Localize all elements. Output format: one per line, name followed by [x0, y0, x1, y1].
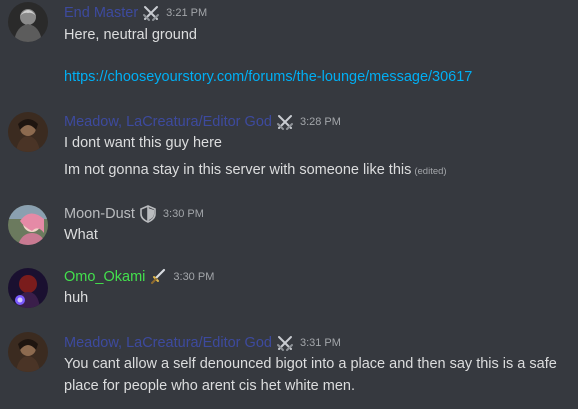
avatar[interactable]: [8, 112, 48, 152]
shield-icon: [139, 205, 157, 223]
crossed-swords-icon: [276, 334, 294, 352]
author-name[interactable]: Meadow, LaCreatura/Editor God: [64, 112, 272, 132]
message-content: Here, neutral ground: [64, 27, 197, 43]
timestamp: 3:21 PM: [166, 7, 208, 19]
crossed-swords-icon: [276, 113, 294, 131]
timestamp: 3:31 PM: [299, 337, 341, 349]
author-name[interactable]: Moon-Dust: [64, 204, 135, 224]
timestamp: 3:30 PM: [162, 208, 204, 220]
message-text: Im not gonna stay in this server with so…: [64, 162, 412, 178]
message-content: You cant allow a self denounced bigot in…: [64, 356, 557, 394]
avatar[interactable]: [8, 2, 48, 42]
chat-message-list: End Master 3:21 PM Here, neutral ground …: [0, 0, 578, 409]
message-content: huh: [64, 290, 89, 306]
message-link-line: https://chooseyourstory.com/forums/the-l…: [64, 66, 564, 88]
edited-label: (edited): [414, 166, 447, 177]
author-name[interactable]: Meadow, LaCreatura/Editor God: [64, 333, 272, 353]
author-name[interactable]: Omo_Okami: [64, 267, 145, 287]
message-link[interactable]: https://chooseyourstory.com/forums/the-l…: [64, 69, 472, 85]
message-content: What: [64, 227, 98, 243]
crossed-swords-icon: [142, 4, 160, 22]
dagger-icon: [149, 268, 167, 286]
avatar[interactable]: [8, 332, 48, 372]
author-name[interactable]: End Master: [64, 3, 138, 23]
avatar[interactable]: [8, 268, 48, 308]
timestamp: 3:28 PM: [299, 116, 341, 128]
message-content: I dont want this guy here: [64, 135, 222, 151]
message-content: Im not gonna stay in this server with so…: [64, 159, 564, 183]
timestamp: 3:30 PM: [173, 271, 215, 283]
avatar[interactable]: [8, 205, 48, 245]
